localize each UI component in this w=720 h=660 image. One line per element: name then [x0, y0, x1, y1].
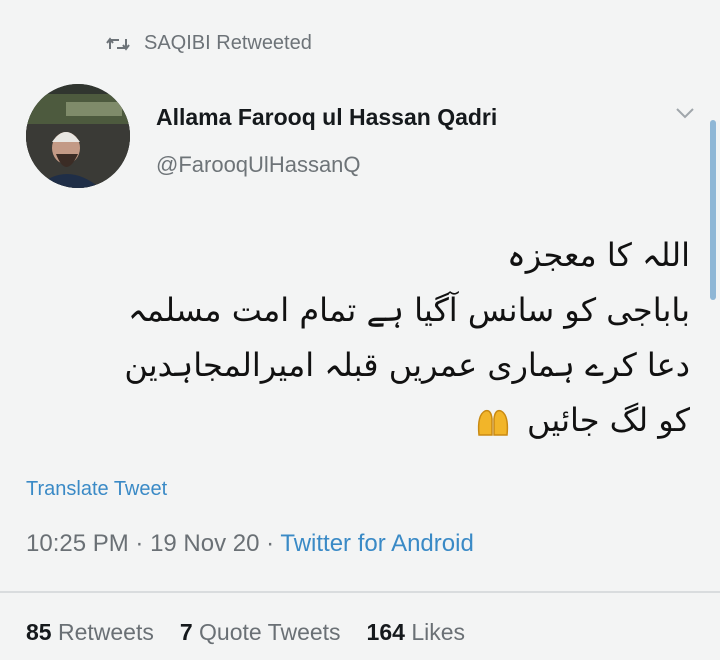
author-name[interactable]: Allama Farooq ul Hassan Qadri [156, 104, 497, 131]
retweets-count: 85 [26, 619, 52, 645]
tweet-line-last: کو لگ جائیں [40, 393, 690, 448]
chevron-down-icon[interactable] [674, 104, 696, 122]
likes-label: Likes [411, 619, 466, 645]
retweets-stat[interactable]: 85 Retweets [26, 619, 154, 646]
tweet-text: اللہ کا معجزہ باباجی کو سانس آگیا ہے تما… [40, 228, 690, 448]
tweet-meta: 10:25 PM · 19 Nov 20 · Twitter for Andro… [26, 530, 474, 558]
quote-tweets-stat[interactable]: 7 Quote Tweets [180, 619, 341, 646]
tweet-time: 10:25 PM [26, 530, 129, 557]
folded-hands-icon [477, 409, 508, 436]
scrollbar[interactable] [710, 120, 716, 300]
tweet-date: 19 Nov 20 [150, 530, 260, 557]
retweets-label: Retweets [57, 619, 154, 645]
quotes-label: Quote Tweets [199, 619, 341, 645]
avatar[interactable] [26, 84, 130, 188]
divider [0, 591, 720, 593]
tweet-line: کو لگ جائیں [527, 401, 690, 439]
separator: · [128, 530, 151, 557]
tweet-source-link[interactable]: Twitter for Android [280, 530, 473, 557]
likes-stat[interactable]: 164 Likes [367, 619, 465, 646]
author-handle[interactable]: @FarooqUlHassanQ [156, 152, 361, 178]
tweet-line: باباجی کو سانس آگیا ہے تمام امت مسلمہ [128, 291, 690, 329]
retweet-icon [106, 36, 130, 51]
tweet-stats: 85 Retweets 7 Quote Tweets 164 Likes [26, 619, 465, 646]
tweet-line: دعا کرے ہماری عمریں قبلہ امیرالمجاہدین [124, 346, 690, 384]
avatar-photo [26, 84, 130, 188]
retweet-context[interactable]: SAQIBI Retweeted [106, 32, 312, 55]
likes-count: 164 [366, 619, 405, 645]
quotes-count: 7 [179, 619, 193, 645]
retweet-text: SAQIBI Retweeted [144, 32, 312, 54]
tweet-line: اللہ کا معجزہ [507, 236, 690, 274]
separator: · [259, 530, 281, 557]
translate-tweet-link[interactable]: Translate Tweet [26, 478, 167, 501]
